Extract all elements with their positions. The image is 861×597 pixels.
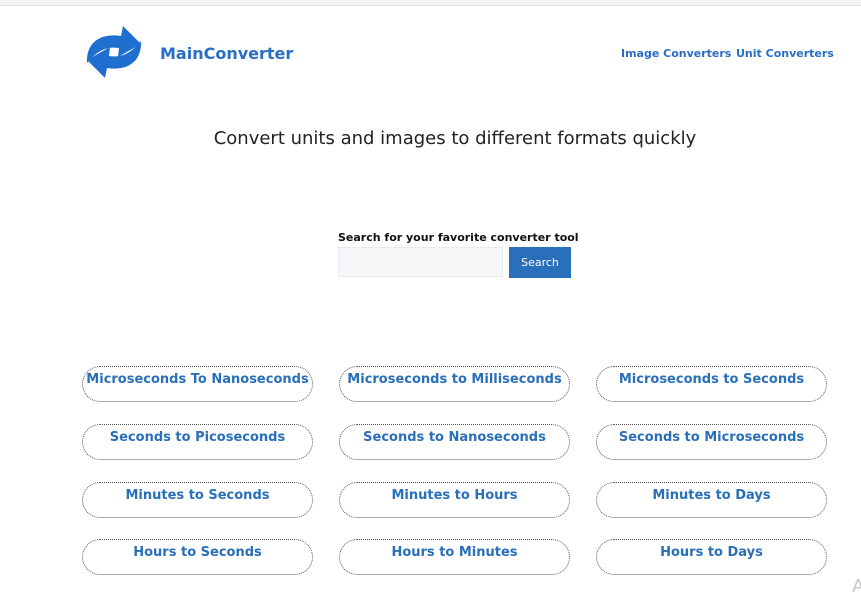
search-button[interactable]: Search [509,247,571,278]
tool-hours-to-seconds[interactable]: Hours to Seconds [82,539,313,575]
nav-image-converters[interactable]: Image Converters [621,47,731,60]
brand-name[interactable]: MainConverter [160,44,293,63]
page-tagline: Convert units and images to different fo… [213,128,697,149]
tool-minutes-to-seconds[interactable]: Minutes to Seconds [82,482,313,518]
tool-microseconds-to-milliseconds[interactable]: Microseconds to Milliseconds [339,366,570,402]
tool-seconds-to-microseconds[interactable]: Seconds to Microseconds [596,424,827,460]
tool-hours-to-days[interactable]: Hours to Days [596,539,827,575]
overlay-corner-glyph: A [852,576,861,597]
tool-minutes-to-hours[interactable]: Minutes to Hours [339,482,570,518]
nav-unit-converters[interactable]: Unit Converters [736,47,834,60]
tool-hours-to-minutes[interactable]: Hours to Minutes [339,539,570,575]
search-input[interactable] [338,247,503,277]
tool-seconds-to-nanoseconds[interactable]: Seconds to Nanoseconds [339,424,570,460]
search-label: Search for your favorite converter tool [338,231,579,244]
top-divider [0,5,861,6]
tool-microseconds-to-seconds[interactable]: Microseconds to Seconds [596,366,827,402]
tool-seconds-to-picoseconds[interactable]: Seconds to Picoseconds [82,424,313,460]
tool-minutes-to-days[interactable]: Minutes to Days [596,482,827,518]
sync-arrows-icon[interactable] [83,17,145,87]
tool-microseconds-to-nanoseconds[interactable]: Microseconds To Nanoseconds [82,366,313,402]
